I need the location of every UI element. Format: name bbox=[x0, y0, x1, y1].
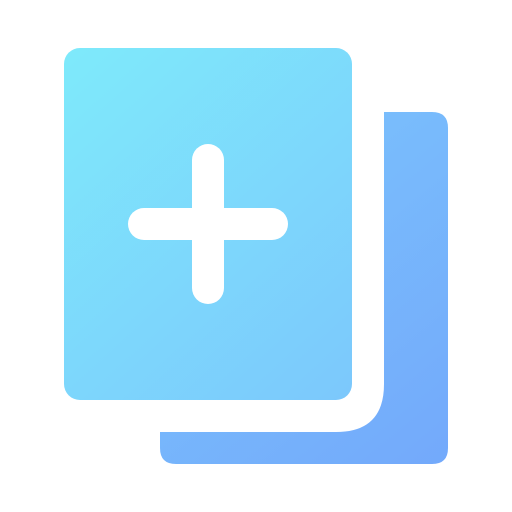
add-document-copy-icon bbox=[64, 48, 448, 464]
plus-horizontal-bar bbox=[128, 208, 288, 240]
icon-canvas bbox=[0, 0, 512, 512]
